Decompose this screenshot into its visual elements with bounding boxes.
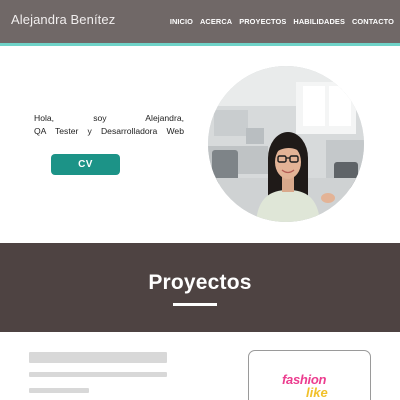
fashion-like-logo: fashion like	[282, 373, 328, 399]
nav-link-habilidades[interactable]: HABILIDADES	[293, 17, 345, 26]
project-text-placeholder-2	[29, 388, 89, 393]
cv-button[interactable]: CV	[51, 154, 120, 175]
intro-line-2: QA Tester y Desarrolladora Web	[34, 126, 184, 136]
projects-heading-underline	[173, 303, 217, 306]
profile-photo	[208, 66, 364, 222]
project-title-placeholder	[29, 352, 167, 363]
intro-line-1: Hola, soy Alejandra,	[34, 113, 184, 123]
nav-link-acerca[interactable]: ACERCA	[200, 17, 232, 26]
project-card[interactable]: fashion like	[248, 350, 371, 400]
profile-photo-image	[208, 66, 364, 222]
nav-link-proyectos[interactable]: PROYECTOS	[239, 17, 286, 26]
portfolio-page: Alejandra Benítez INICIO ACERCA PROYECTO…	[0, 0, 400, 400]
nav-link-inicio[interactable]: INICIO	[170, 17, 193, 26]
logo-text-like: like	[306, 385, 328, 400]
intro-text: Hola, soy Alejandra, QA Tester y Desarro…	[34, 112, 184, 138]
main-nav: INICIO ACERCA PROYECTOS HABILIDADES CONT…	[170, 17, 394, 26]
project-text-placeholder-1	[29, 372, 167, 377]
projects-heading: Proyectos	[148, 271, 252, 294]
nav-link-contacto[interactable]: CONTACTO	[352, 17, 394, 26]
brand-name[interactable]: Alejandra Benítez	[11, 12, 115, 27]
navbar: Alejandra Benítez INICIO ACERCA PROYECTO…	[0, 0, 400, 43]
